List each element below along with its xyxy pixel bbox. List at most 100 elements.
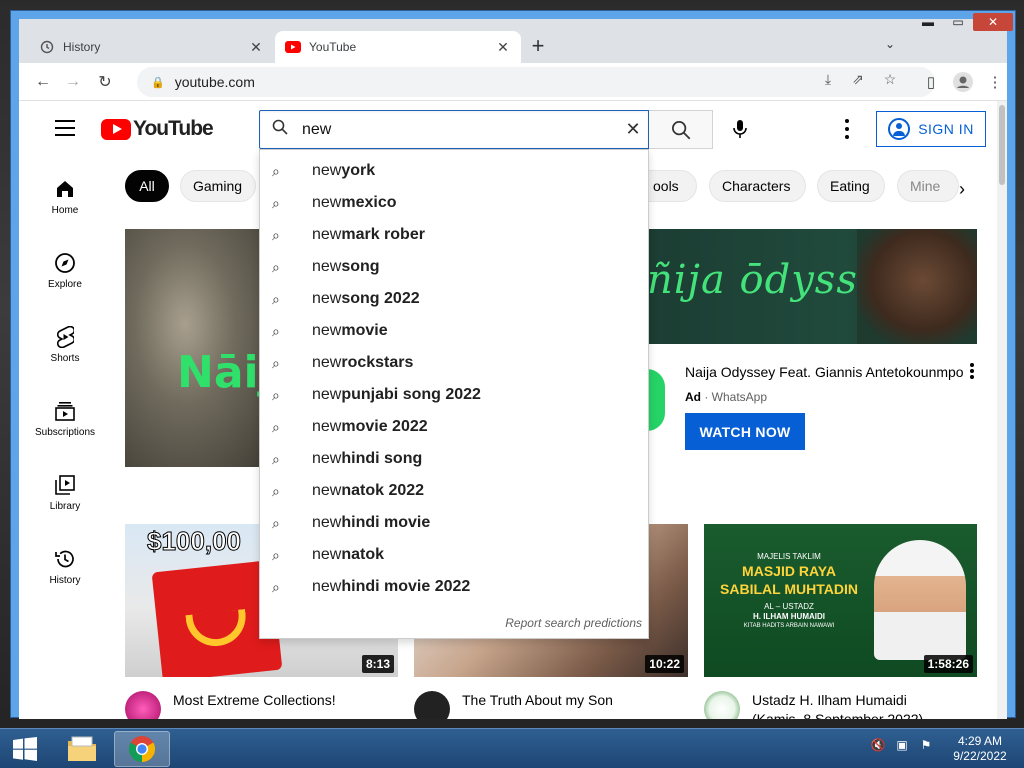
microphone-button[interactable]: [723, 112, 757, 146]
video-title[interactable]: Most Extreme Collections!: [173, 692, 336, 708]
chevron-right-icon[interactable]: ›: [959, 179, 965, 200]
tab-title: YouTube: [309, 40, 357, 54]
search-icon: ⌕: [272, 386, 280, 403]
clear-icon[interactable]: ✕: [618, 119, 648, 140]
suggestion-item[interactable]: ⌕ new punjabi song 2022: [260, 379, 648, 411]
suggestion-query: new: [312, 322, 342, 339]
search-box[interactable]: ✕: [259, 110, 649, 149]
tab-youtube[interactable]: YouTube ✕: [275, 31, 521, 63]
tab-history[interactable]: History ✕: [29, 31, 274, 63]
new-tab-button[interactable]: +: [527, 33, 549, 59]
suggestion-item[interactable]: ⌕ new rockstars: [260, 347, 648, 379]
chip-characters[interactable]: Characters: [709, 170, 806, 202]
video-title[interactable]: The Truth About my Son: [462, 692, 613, 708]
suggestion-item[interactable]: ⌕ new hindi movie 2022: [260, 571, 648, 603]
forward-icon[interactable]: →: [63, 72, 83, 92]
network-icon[interactable]: ▣: [894, 737, 910, 753]
channel-avatar[interactable]: [704, 691, 740, 719]
close-icon[interactable]: ✕: [495, 39, 511, 56]
guide-label: History: [49, 575, 81, 586]
video-thumbnail[interactable]: MAJELIS TAKLIM MASJID RAYA SABILAL MUHTA…: [704, 524, 977, 677]
guide-label: Home: [51, 205, 79, 216]
suggestion-item[interactable]: ⌕ new york: [260, 155, 648, 187]
star-icon[interactable]: ☆: [881, 70, 899, 88]
menu-icon[interactable]: [55, 120, 75, 136]
guide-label: Subscriptions: [34, 427, 96, 438]
action-center-icon[interactable]: ⚑: [918, 737, 934, 753]
guide-item-subscriptions[interactable]: Subscriptions: [23, 399, 107, 438]
browser-menu-icon[interactable]: ⋮: [985, 72, 1005, 92]
side-panel-icon[interactable]: ▯: [921, 72, 941, 92]
suggestion-item[interactable]: ⌕ new movie 2022: [260, 411, 648, 443]
suggestion-item[interactable]: ⌕ new mexico: [260, 187, 648, 219]
install-icon[interactable]: ⤓: [819, 70, 837, 88]
account-icon: [888, 118, 911, 140]
share-icon[interactable]: ⇗: [849, 70, 867, 88]
suggestion-item[interactable]: ⌕ new song: [260, 251, 648, 283]
window-close-button[interactable]: ✕: [973, 13, 1013, 31]
thumbnail-text: MAJELIS TAKLIM: [757, 552, 821, 561]
video-title-continued[interactable]: (Kamis, 8 September 2022) -: [752, 711, 932, 719]
address-bar[interactable]: 🔒 youtube.com: [137, 67, 935, 97]
scrollbar-thumb[interactable]: [999, 105, 1005, 185]
search-icon: ⌕: [272, 450, 280, 467]
suggestion-item[interactable]: ⌕ new hindi song: [260, 443, 648, 475]
ad-banner[interactable]: ñija ōdyssey: [647, 229, 977, 344]
suggestion-completion: mark rober: [341, 226, 425, 243]
suggestion-completion: york: [341, 162, 376, 179]
suggestion-item[interactable]: ⌕ new hindi movie: [260, 507, 648, 539]
file-explorer-taskbar-button[interactable]: [54, 731, 110, 767]
profile-icon[interactable]: [953, 72, 973, 92]
sign-in-button[interactable]: SIGN IN: [876, 111, 986, 147]
volume-muted-icon[interactable]: 🔇: [870, 737, 886, 753]
ad-thumbnail[interactable]: Nāij: [125, 229, 275, 467]
browser-window: History ✕ YouTube ✕ + ⌄ ▬ ▭ ✕ ← → ↻ 🔒 yo…: [10, 10, 1016, 719]
search-icon: ⌕: [272, 258, 280, 275]
search-icon: ⌕: [272, 194, 280, 211]
suggestion-item[interactable]: ⌕ new song 2022: [260, 283, 648, 315]
minimize-button[interactable]: ▬: [913, 13, 943, 31]
lock-icon: 🔒: [151, 76, 165, 89]
guide-item-library[interactable]: Library: [23, 473, 107, 512]
maximize-button[interactable]: ▭: [943, 13, 973, 31]
ad-label: Ad · WhatsApp: [685, 390, 767, 404]
taskbar-clock[interactable]: 4:29 AM 9/22/2022: [948, 734, 1012, 764]
chevron-down-icon[interactable]: ⌄: [885, 37, 895, 51]
back-icon[interactable]: ←: [33, 72, 53, 92]
search-icon: ⌕: [272, 290, 280, 307]
chip-gaming[interactable]: Gaming: [180, 170, 256, 202]
chip-minecraft[interactable]: Mine: [897, 170, 959, 202]
start-button[interactable]: [6, 733, 44, 765]
suggestion-item[interactable]: ⌕ new natok 2022: [260, 475, 648, 507]
search-input[interactable]: [302, 120, 618, 139]
youtube-logo[interactable]: YouTube: [101, 117, 214, 141]
video-title[interactable]: Ustadz H. Ilham Humaidi: [752, 692, 907, 708]
suggestion-completion: rockstars: [341, 354, 414, 371]
chip-all[interactable]: All: [125, 170, 169, 202]
chrome-icon: [128, 736, 156, 763]
report-predictions-link[interactable]: Report search predictions: [505, 616, 642, 630]
chrome-taskbar-button[interactable]: [114, 731, 170, 767]
suggestion-item[interactable]: ⌕ new movie: [260, 315, 648, 347]
channel-avatar[interactable]: [414, 691, 450, 719]
watch-now-button[interactable]: WATCH NOW: [685, 413, 805, 450]
guide-item-history[interactable]: History: [23, 547, 107, 586]
search-button[interactable]: [649, 110, 713, 149]
guide-item-home[interactable]: Home: [23, 177, 107, 216]
settings-menu-icon[interactable]: [839, 119, 855, 139]
thumbnail-text: $100,00: [147, 526, 242, 557]
video-duration: 8:13: [361, 655, 394, 673]
close-icon[interactable]: ✕: [248, 39, 264, 56]
suggestion-query: new: [312, 386, 342, 403]
channel-avatar[interactable]: [125, 691, 161, 719]
suggestion-item[interactable]: ⌕ new mark rober: [260, 219, 648, 251]
ad-title[interactable]: Naija Odyssey Feat. Giannis Antetokounmp…: [685, 364, 964, 380]
guide-item-explore[interactable]: Explore: [23, 251, 107, 290]
windows-logo-icon: [13, 737, 37, 761]
guide-item-shorts[interactable]: Shorts: [23, 325, 107, 364]
ad-menu-icon[interactable]: [970, 363, 974, 379]
suggestion-item[interactable]: ⌕ new natok: [260, 539, 648, 571]
chip-eating[interactable]: Eating: [817, 170, 885, 202]
page-scrollbar[interactable]: [997, 101, 1007, 719]
reload-icon[interactable]: ↻: [95, 72, 115, 92]
